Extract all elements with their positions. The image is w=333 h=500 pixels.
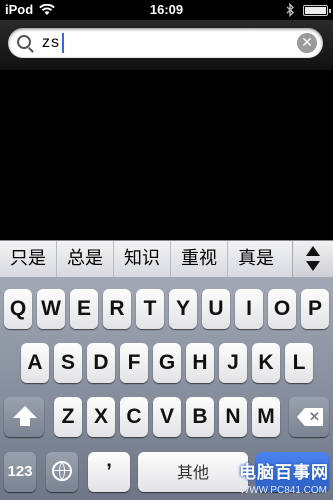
arrow-down-icon [306, 261, 320, 271]
key-u[interactable]: U [202, 289, 230, 329]
globe-icon [52, 461, 72, 481]
battery-icon [303, 4, 331, 16]
key-s[interactable]: S [54, 343, 82, 383]
watermark-title: 电脑百事网 [239, 463, 329, 483]
key-v[interactable]: V [153, 397, 181, 437]
key-r[interactable]: R [103, 289, 131, 329]
shift-icon [13, 406, 37, 426]
key-b[interactable]: B [186, 397, 214, 437]
search-input[interactable]: zs ✕ [8, 28, 323, 58]
candidate-item[interactable]: 只是 [0, 241, 57, 277]
arrow-up-icon [306, 246, 320, 256]
candidate-item[interactable]: 真是 [228, 241, 284, 277]
globe-key[interactable] [46, 452, 78, 492]
key-d[interactable]: D [87, 343, 115, 383]
candidate-bar: 只是 总是 知识 重视 真是 [0, 240, 333, 278]
watermark: 电脑百事网 WWW.PC841.COM [219, 458, 329, 496]
results-area [0, 70, 333, 240]
key-e[interactable]: E [70, 289, 98, 329]
numbers-key[interactable]: 123 [4, 452, 36, 492]
candidate-item[interactable]: 知识 [114, 241, 171, 277]
shift-key[interactable] [4, 397, 44, 437]
watermark-url: WWW.PC841.COM [239, 485, 327, 496]
candidate-item[interactable]: 总是 [57, 241, 114, 277]
key-x[interactable]: X [87, 397, 115, 437]
key-k[interactable]: K [252, 343, 280, 383]
key-j[interactable]: J [219, 343, 247, 383]
key-a[interactable]: A [21, 343, 49, 383]
key-l[interactable]: L [285, 343, 313, 383]
key-h[interactable]: H [186, 343, 214, 383]
space-key-label: 其他 [176, 465, 209, 482]
key-q[interactable]: Q [4, 289, 32, 329]
status-time: 16:09 [149, 2, 184, 17]
keyboard: Q W E R T Y U I O P A S D F G H J K L Z … [0, 277, 333, 500]
status-right [286, 3, 331, 17]
key-n[interactable]: N [219, 397, 247, 437]
key-z[interactable]: Z [54, 397, 82, 437]
key-y[interactable]: Y [169, 289, 197, 329]
delete-key[interactable]: ✕ [289, 397, 329, 437]
apostrophe-key[interactable]: ’ [88, 452, 130, 492]
search-query: zs [42, 34, 60, 51]
search-bar: zs ✕ [0, 20, 333, 70]
status-bar: iPod 16:09 [0, 0, 333, 20]
key-t[interactable]: T [136, 289, 164, 329]
key-g[interactable]: G [153, 343, 181, 383]
bluetooth-icon [286, 3, 295, 17]
candidate-expand-button[interactable] [292, 241, 333, 277]
key-o[interactable]: O [268, 289, 296, 329]
clear-icon[interactable]: ✕ [297, 33, 317, 53]
key-i[interactable]: I [235, 289, 263, 329]
key-c[interactable]: C [120, 397, 148, 437]
candidate-item[interactable]: 重视 [171, 241, 228, 277]
search-icon [17, 35, 31, 49]
key-f[interactable]: F [120, 343, 148, 383]
key-m[interactable]: M [252, 397, 280, 437]
key-w[interactable]: W [37, 289, 65, 329]
text-caret [62, 33, 64, 53]
key-p[interactable]: P [301, 289, 329, 329]
